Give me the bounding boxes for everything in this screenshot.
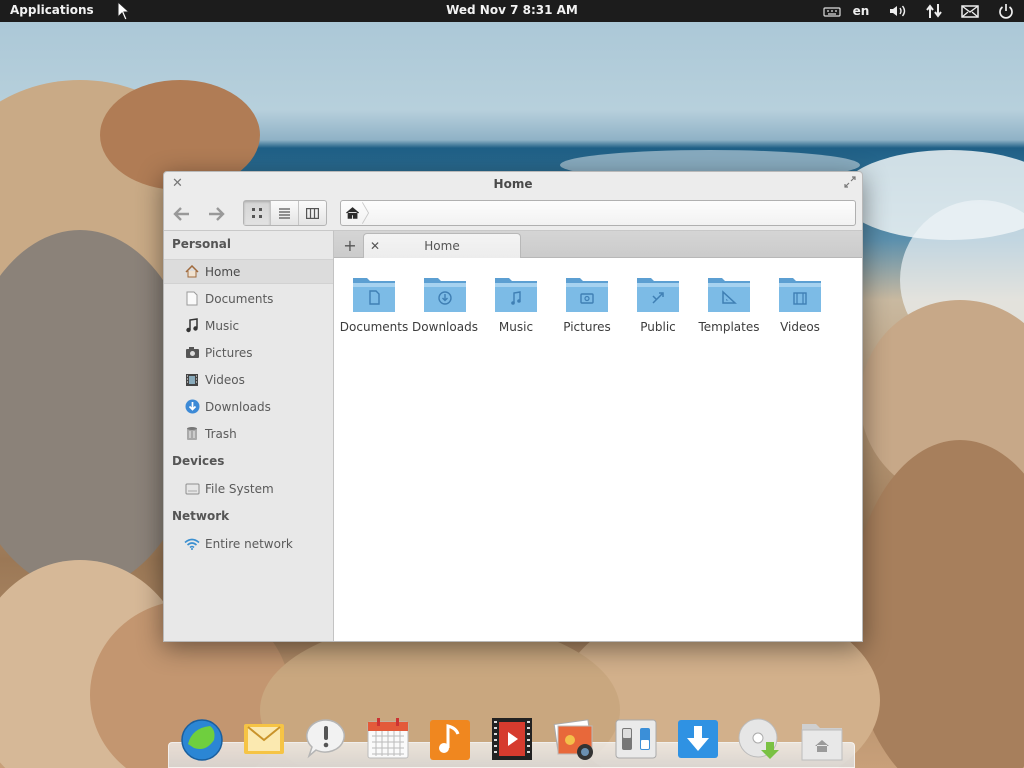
- sidebar-item-label: Trash: [205, 426, 237, 441]
- sidebar-item-documents[interactable]: Documents: [164, 286, 333, 311]
- videos-icon: [184, 372, 200, 388]
- drive-icon: [184, 481, 200, 497]
- folder-documents[interactable]: Documents: [339, 272, 409, 342]
- language-indicator[interactable]: en: [850, 2, 872, 20]
- toolbar: [164, 196, 862, 230]
- folder-pictures-icon: [566, 278, 608, 312]
- keyboard-icon[interactable]: [821, 2, 843, 20]
- back-button[interactable]: [168, 202, 196, 226]
- downloads-icon: [184, 399, 200, 415]
- photos-icon[interactable]: [550, 714, 598, 762]
- sidebar: Personal Home Documents Music Pictures V…: [164, 230, 334, 641]
- folder-document-icon: [353, 278, 395, 312]
- network-icon[interactable]: [923, 2, 945, 20]
- sidebar-item-label: Downloads: [205, 399, 271, 414]
- folder-label: Downloads: [412, 320, 478, 334]
- folder-label: Music: [498, 320, 534, 334]
- volume-icon[interactable]: [886, 2, 910, 20]
- tab-bar: + ✕ Home: [334, 230, 862, 259]
- mail-icon[interactable]: [958, 2, 982, 20]
- sidebar-item-label: File System: [205, 481, 274, 496]
- sidebar-item-label: Entire network: [205, 536, 293, 551]
- sidebar-item-label: Videos: [205, 372, 245, 387]
- sidebar-section-devices[interactable]: Devices: [172, 454, 224, 468]
- calendar-icon[interactable]: [364, 714, 412, 762]
- tab-label: Home: [424, 239, 460, 253]
- list-view-button[interactable]: [271, 201, 299, 225]
- document-icon: [184, 291, 200, 307]
- web-browser-icon[interactable]: [178, 714, 226, 762]
- music-player-icon[interactable]: [426, 714, 474, 762]
- file-manager-window: ✕ Home Personal Home Documents Music Pic…: [163, 171, 863, 642]
- folder-music-icon: [495, 278, 537, 312]
- notes-icon[interactable]: [302, 714, 350, 762]
- sidebar-item-label: Home: [205, 264, 241, 279]
- mail-app-icon[interactable]: [240, 714, 288, 762]
- folder-pictures[interactable]: Pictures: [552, 272, 622, 342]
- folder-label: Pictures: [563, 320, 611, 334]
- folder-templates-icon: [708, 278, 750, 312]
- folder-label: Videos: [780, 320, 820, 334]
- sidebar-item-label: Pictures: [205, 345, 253, 360]
- new-tab-button[interactable]: +: [340, 235, 360, 255]
- folder-label: Templates: [698, 320, 760, 334]
- window-maximize-icon[interactable]: [844, 176, 856, 191]
- folder-public[interactable]: Public: [623, 272, 693, 342]
- folder-label: Documents: [339, 320, 409, 334]
- forward-button[interactable]: [202, 202, 230, 226]
- folder-downloads[interactable]: Downloads: [410, 272, 480, 342]
- pictures-icon: [184, 345, 200, 361]
- sidebar-item-downloads[interactable]: Downloads: [164, 394, 333, 419]
- folder-music[interactable]: Music: [481, 272, 551, 342]
- icon-view-button[interactable]: [244, 201, 272, 225]
- sidebar-item-music[interactable]: Music: [164, 313, 333, 338]
- sidebar-item-label: Documents: [205, 291, 274, 306]
- icon-view[interactable]: Documents Downloads Music Pictures Publi…: [334, 258, 862, 641]
- sidebar-item-pictures[interactable]: Pictures: [164, 340, 333, 365]
- sidebar-item-videos[interactable]: Videos: [164, 367, 333, 392]
- files-icon[interactable]: [798, 714, 846, 762]
- power-icon[interactable]: [994, 2, 1018, 20]
- folder-video-icon: [779, 278, 821, 312]
- view-mode-switcher: [243, 200, 327, 226]
- sidebar-item-home[interactable]: Home: [164, 259, 333, 284]
- sidebar-item-trash[interactable]: Trash: [164, 421, 333, 446]
- settings-icon[interactable]: [612, 714, 660, 762]
- mouse-cursor-icon: [117, 0, 131, 24]
- sidebar-item-label: Music: [205, 318, 240, 333]
- window-titlebar[interactable]: ✕ Home: [164, 172, 862, 196]
- sidebar-item-entire-network[interactable]: Entire network: [164, 531, 333, 556]
- folder-public-icon: [637, 278, 679, 312]
- sidebar-section-personal[interactable]: Personal: [172, 237, 231, 251]
- breadcrumb-home-icon[interactable]: [341, 201, 373, 225]
- trash-icon: [184, 426, 200, 442]
- folder-videos[interactable]: Videos: [765, 272, 835, 342]
- column-view-button[interactable]: [299, 201, 326, 225]
- software-center-icon[interactable]: [674, 714, 722, 762]
- disc-installer-icon[interactable]: [736, 714, 784, 762]
- window-title: Home: [493, 177, 533, 191]
- top-panel: Applications Wed Nov 7 8:31 AM en: [0, 0, 1024, 22]
- folder-templates[interactable]: Templates: [694, 272, 764, 342]
- sidebar-section-network[interactable]: Network: [172, 509, 229, 523]
- video-player-icon[interactable]: [488, 714, 536, 762]
- location-bar[interactable]: [340, 200, 856, 226]
- folder-download-icon: [424, 278, 466, 312]
- tab-home[interactable]: ✕ Home: [363, 233, 521, 259]
- home-icon: [184, 264, 200, 280]
- folder-label: Public: [640, 320, 676, 334]
- wifi-icon: [184, 536, 200, 552]
- sidebar-item-file-system[interactable]: File System: [164, 476, 333, 501]
- music-icon: [184, 318, 200, 334]
